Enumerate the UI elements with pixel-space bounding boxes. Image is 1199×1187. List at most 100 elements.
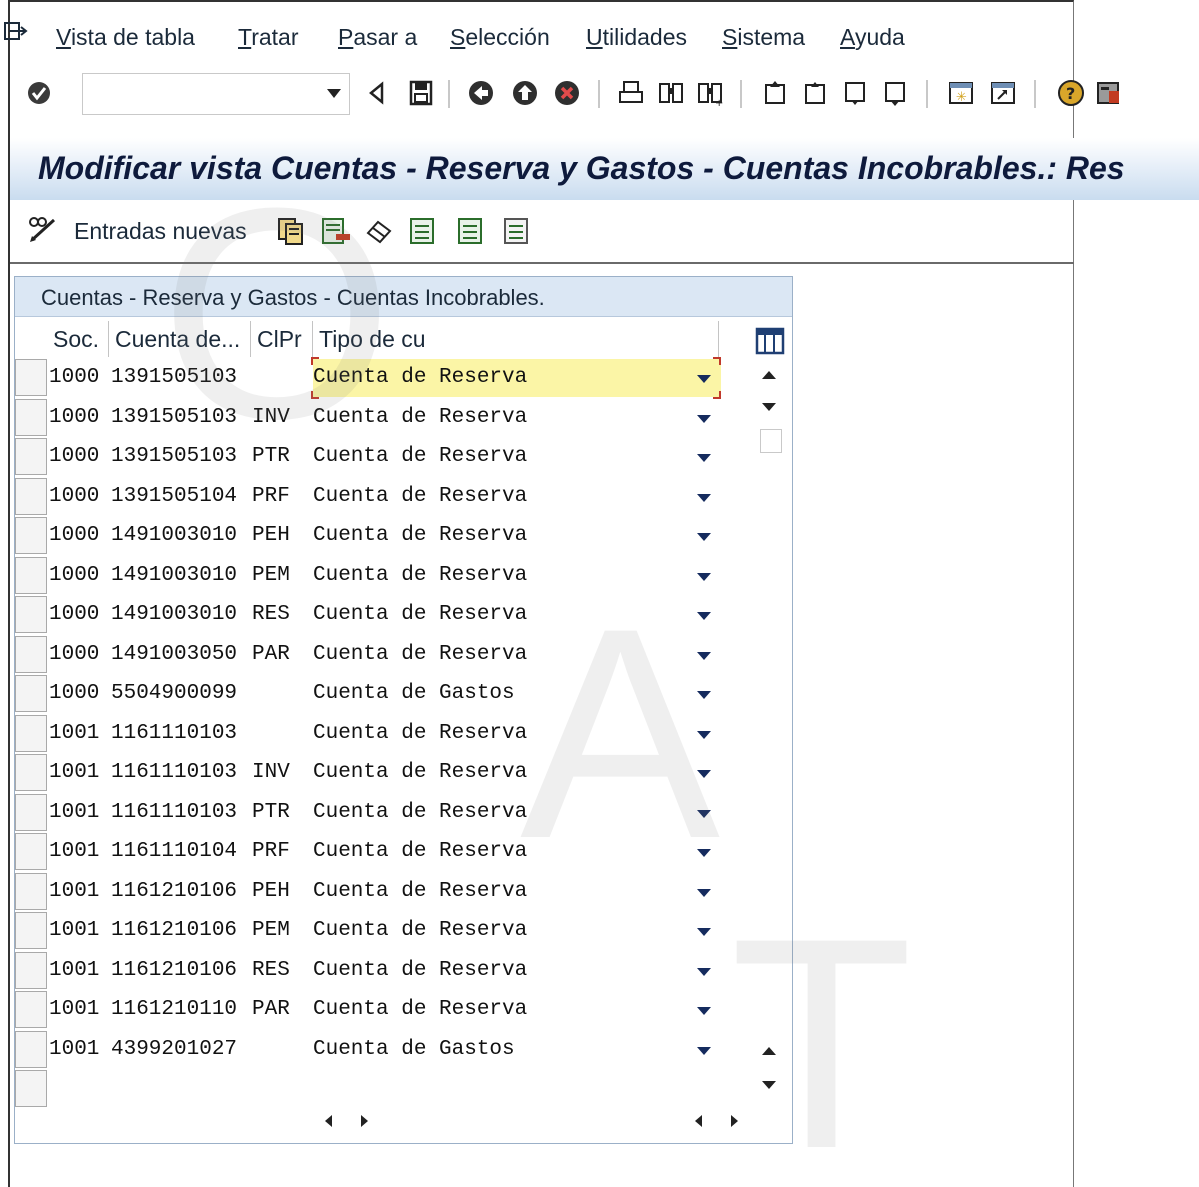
cell-tipo-dropdown[interactable]: Cuenta de Reserva (313, 636, 721, 674)
row-selector[interactable] (15, 517, 47, 554)
row-selector[interactable] (15, 872, 47, 910)
chevron-down-icon[interactable] (697, 1007, 711, 1015)
menu-item-selecci-n[interactable]: Selección (450, 24, 550, 51)
table-settings-icon[interactable] (755, 327, 785, 360)
chevron-down-icon[interactable] (697, 691, 711, 699)
row-selector[interactable] (15, 714, 47, 752)
cell-tipo-dropdown[interactable]: Cuenta de Reserva (313, 754, 721, 792)
exit-icon[interactable] (510, 78, 540, 108)
cell-tipo-dropdown[interactable]: Cuenta de Reserva (313, 438, 721, 476)
new-entries-button[interactable]: Entradas nuevas (26, 214, 247, 248)
row-selector[interactable] (15, 1030, 47, 1068)
row-selector-empty[interactable] (15, 1070, 47, 1107)
select-block-button[interactable] (458, 214, 482, 248)
row-selector[interactable] (15, 438, 47, 475)
enter-checkmark-icon[interactable] (24, 78, 54, 108)
menu-item-ayuda[interactable]: Ayuda (840, 24, 905, 51)
customize-layout-icon[interactable] (1094, 78, 1124, 108)
copy-as-button[interactable] (276, 214, 306, 248)
deselect-all-button[interactable] (504, 214, 528, 248)
shortcut-icon[interactable] (988, 78, 1018, 108)
cancel-icon[interactable] (552, 78, 582, 108)
delete-button[interactable] (320, 214, 352, 248)
row-selector[interactable] (15, 951, 47, 989)
chevron-down-icon[interactable] (697, 572, 711, 581)
cell-tipo-dropdown[interactable]: Cuenta de Reserva (313, 596, 721, 634)
row-selector[interactable] (15, 754, 47, 791)
menu-toggle-icon[interactable] (4, 22, 28, 44)
chevron-down-icon[interactable] (697, 612, 711, 620)
chevron-down-icon[interactable] (697, 651, 711, 660)
row-selector[interactable] (15, 912, 47, 949)
scroll-down-icon[interactable] (762, 403, 776, 411)
column-header-tipo[interactable]: Tipo de cu (313, 321, 719, 357)
cell-tipo-dropdown[interactable]: Cuenta de Reserva (313, 517, 721, 555)
chevron-down-icon[interactable] (697, 414, 711, 423)
scroll-right-icon[interactable] (731, 1115, 738, 1127)
scroll-thumb[interactable] (760, 429, 782, 453)
cell-tipo-dropdown[interactable]: Cuenta de Reserva (313, 715, 721, 753)
menu-item-sistema[interactable]: Sistema (722, 24, 805, 51)
last-page-icon[interactable] (880, 78, 910, 108)
cell-tipo-dropdown[interactable]: Cuenta de Reserva (313, 912, 721, 950)
cell-tipo-dropdown[interactable]: Cuenta de Reserva (313, 991, 721, 1029)
next-page-icon[interactable] (840, 78, 870, 108)
cell-tipo-dropdown[interactable]: Cuenta de Reserva (313, 359, 721, 397)
menu-item-pasar-a[interactable]: Pasar a (338, 24, 417, 51)
print-icon[interactable] (616, 78, 646, 108)
chevron-down-icon[interactable] (697, 849, 711, 857)
chevron-down-icon[interactable] (697, 533, 711, 541)
scroll-left-icon[interactable] (695, 1115, 702, 1127)
column-header-soc[interactable]: Soc. (47, 321, 109, 357)
row-selector[interactable] (15, 477, 47, 515)
command-input[interactable] (89, 74, 319, 112)
row-selector[interactable] (15, 675, 47, 712)
chevron-down-icon[interactable] (697, 809, 711, 818)
cell-tipo-dropdown[interactable]: Cuenta de Reserva (313, 557, 721, 595)
cell-tipo-dropdown[interactable]: Cuenta de Reserva (313, 833, 721, 871)
row-selector[interactable] (15, 398, 47, 436)
chevron-down-icon[interactable] (697, 454, 711, 462)
row-selector[interactable] (15, 635, 47, 673)
chevron-down-icon[interactable] (697, 493, 711, 502)
scroll-right-icon[interactable] (361, 1115, 368, 1127)
command-field[interactable] (82, 73, 350, 115)
cell-tipo-dropdown[interactable]: Cuenta de Reserva (313, 873, 721, 911)
chevron-down-icon[interactable] (327, 89, 341, 98)
new-session-icon[interactable]: ✳ (946, 78, 976, 108)
chevron-down-icon[interactable] (697, 888, 711, 897)
chevron-down-icon[interactable] (697, 730, 711, 739)
undo-change-button[interactable] (364, 214, 396, 248)
cell-tipo-dropdown[interactable]: Cuenta de Reserva (313, 794, 721, 832)
cell-tipo-dropdown[interactable]: Cuenta de Reserva (313, 399, 721, 437)
row-selector[interactable] (15, 556, 47, 594)
column-header-clpr[interactable]: ClPr (251, 321, 313, 357)
row-selector[interactable] (15, 596, 47, 633)
find-icon[interactable] (656, 78, 686, 108)
first-page-icon[interactable] (760, 78, 790, 108)
scroll-page-up-icon[interactable] (762, 1047, 776, 1055)
save-icon[interactable] (406, 78, 436, 108)
select-all-button[interactable] (410, 214, 434, 248)
back-triangle-icon[interactable] (362, 78, 392, 108)
scroll-up-icon[interactable] (762, 371, 776, 379)
help-icon[interactable]: ? (1056, 78, 1086, 108)
menu-item-tratar[interactable]: Tratar (238, 24, 299, 51)
chevron-down-icon[interactable] (697, 928, 711, 936)
chevron-down-icon[interactable] (697, 1046, 711, 1055)
cell-tipo-dropdown[interactable]: Cuenta de Reserva (313, 478, 721, 516)
chevron-down-icon[interactable] (697, 967, 711, 976)
scroll-page-down-icon[interactable] (762, 1081, 776, 1089)
row-selector[interactable] (15, 991, 47, 1028)
cell-tipo-dropdown[interactable]: Cuenta de Reserva (313, 952, 721, 990)
menu-item-vista-de-tabla[interactable]: Vista de tabla (56, 24, 195, 51)
chevron-down-icon[interactable] (697, 375, 711, 383)
back-green-icon[interactable] (466, 78, 496, 108)
previous-page-icon[interactable] (800, 78, 830, 108)
row-selector[interactable] (15, 833, 47, 870)
chevron-down-icon[interactable] (697, 770, 711, 778)
cell-tipo-dropdown[interactable]: Cuenta de Gastos (313, 1031, 721, 1069)
find-next-icon[interactable]: + (696, 78, 726, 108)
cell-tipo-dropdown[interactable]: Cuenta de Gastos (313, 675, 721, 713)
row-selector[interactable] (15, 793, 47, 831)
